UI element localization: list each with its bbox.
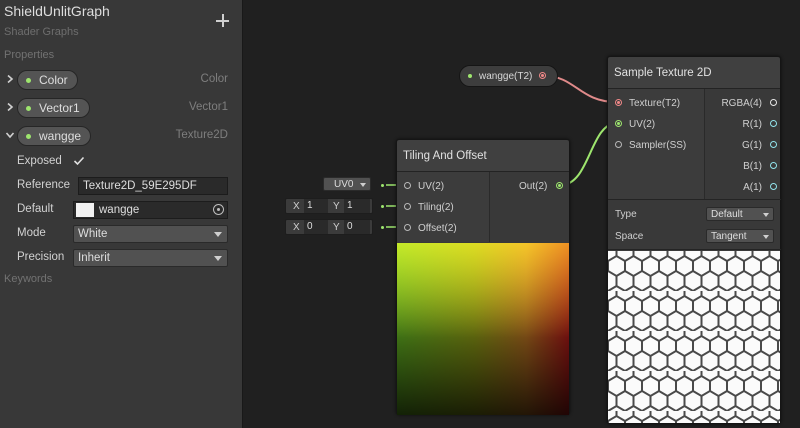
dropdown-arrow-icon	[360, 183, 366, 187]
tiling-and-offset-node[interactable]: Tiling And Offset UV(2) Tiling(2) Offset…	[396, 139, 570, 415]
type-label: Type	[615, 209, 637, 220]
port-ring[interactable]	[770, 183, 777, 190]
tiling-y-field[interactable]: 1	[344, 199, 370, 213]
port-ring[interactable]	[770, 141, 777, 148]
output-port-texture[interactable]	[539, 72, 546, 79]
uv-preview-image	[397, 243, 569, 415]
inline-port-dot	[381, 184, 384, 187]
port-ring[interactable]	[404, 203, 411, 210]
port-ring[interactable]	[615, 120, 622, 127]
port-ring[interactable]	[404, 224, 411, 231]
port-ring[interactable]	[770, 162, 777, 169]
sample-texture-2d-node[interactable]: Sample Texture 2D Texture(T2) UV(2) Samp…	[607, 56, 781, 424]
space-dropdown[interactable]: Tangent	[706, 229, 774, 243]
offset-y-field[interactable]: 0	[344, 220, 370, 234]
inline-port-dot	[381, 205, 384, 208]
uv-channel-dropdown[interactable]: UV0	[323, 177, 371, 191]
tiling-x-field[interactable]: 1	[304, 199, 328, 213]
dropdown-arrow-icon	[763, 213, 769, 217]
port-ring[interactable]	[615, 141, 622, 148]
type-dropdown[interactable]: Default	[706, 207, 774, 221]
inline-port-dot	[381, 226, 384, 229]
port-ring[interactable]	[615, 99, 622, 106]
port-ring[interactable]	[404, 182, 411, 189]
offset-input-box: X 0 Y 0	[285, 219, 373, 235]
node-title: Sample Texture 2D	[608, 57, 780, 89]
property-node-wangge[interactable]: wangge(T2)	[459, 65, 558, 87]
hexagon-texture-preview	[608, 251, 780, 423]
offset-x-field[interactable]: 0	[304, 220, 328, 234]
port-ring[interactable]	[556, 182, 563, 189]
tiling-input-box: X 1 Y 1	[285, 198, 373, 214]
dropdown-arrow-icon	[763, 235, 769, 239]
space-label: Space	[615, 231, 644, 242]
property-dot-icon	[468, 74, 472, 78]
port-ring[interactable]	[770, 99, 777, 106]
node-title: Tiling And Offset	[397, 140, 569, 172]
port-ring[interactable]	[770, 120, 777, 127]
